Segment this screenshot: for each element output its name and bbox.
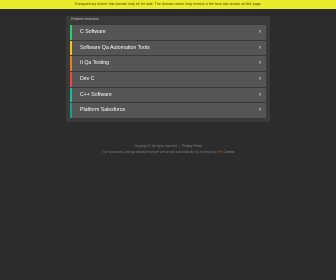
brand-logo-mark: PK (218, 150, 223, 154)
footer: Copyright © All rights reserved | Privacy … (101, 144, 235, 154)
related-link-label: C Software (80, 29, 106, 35)
sponsored-notice: The Sponsored Listings displayed above a… (101, 150, 218, 154)
related-link-label: C++ Software (80, 91, 112, 98)
related-link-label: Software Qa Automation Tools (80, 44, 150, 51)
chevron-right-icon: › (258, 43, 261, 51)
related-link-item[interactable]: C++ Software › (70, 87, 266, 103)
related-link-label: It Qa Testing (80, 60, 110, 67)
chevron-right-icon: › (258, 28, 261, 35)
chevron-right-icon: › (258, 106, 261, 114)
related-link-label: Dev C (80, 76, 95, 83)
related-link-item[interactable]: C Software › (70, 25, 266, 40)
panel-heading: Related searches (71, 17, 99, 21)
copyright-text: Copyright © All rights reserved (134, 144, 178, 148)
related-link-item[interactable]: Software Qa Automation Tools › (70, 40, 266, 56)
related-link-item[interactable]: Dev C › (70, 72, 266, 87)
chevron-right-icon: › (258, 75, 261, 83)
related-link-item[interactable]: Platform Salesforce › (70, 103, 266, 118)
related-searches-panel: Related searches C Software › Software Qa … (66, 16, 270, 122)
related-link-item[interactable]: It Qa Testing › (70, 56, 266, 71)
chevron-right-icon: › (258, 59, 261, 67)
notice-banner[interactable]: Transparency notice: this domain may be … (0, 0, 336, 9)
contact-link[interactable]: Contact (223, 150, 234, 154)
related-link-label: Platform Salesforce (80, 107, 126, 114)
chevron-right-icon: › (258, 90, 261, 98)
related-link-list: C Software › Software Qa Automation Tools ›… (70, 25, 266, 119)
privacy-policy-link[interactable]: Privacy Policy (182, 144, 202, 148)
